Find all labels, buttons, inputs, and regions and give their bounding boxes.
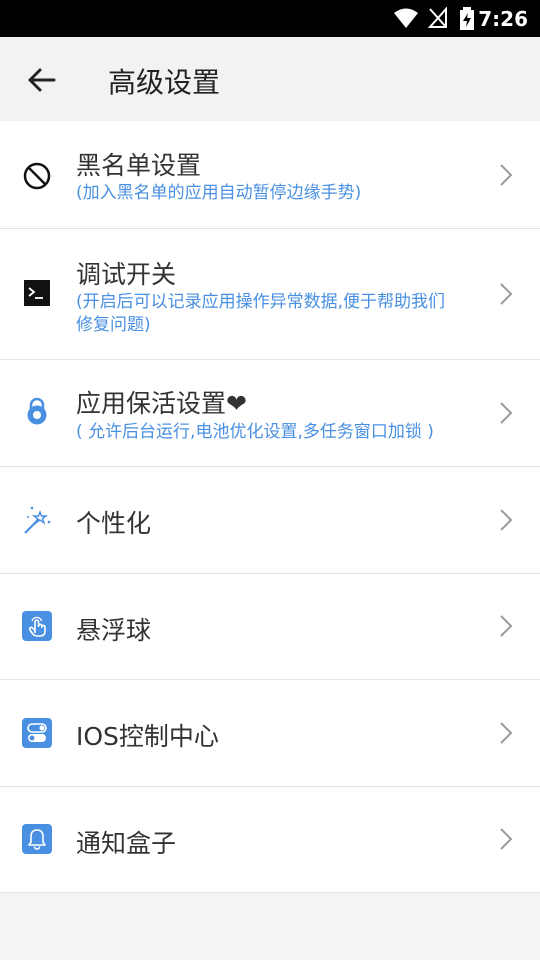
status-time: 7:26 bbox=[478, 7, 528, 31]
list-item-debug[interactable]: 调试开关 (开启后可以记录应用操作异常数据,便于帮助我们修复问题) bbox=[0, 229, 540, 360]
list-item-floating-ball[interactable]: 悬浮球 bbox=[0, 574, 540, 680]
status-bar: 7:26 bbox=[0, 0, 540, 37]
bell-icon bbox=[22, 824, 52, 854]
terminal-icon bbox=[24, 280, 50, 306]
list-item-title: 个性化 bbox=[76, 509, 152, 538]
touch-icon bbox=[22, 611, 52, 641]
chevron-right-icon bbox=[500, 402, 513, 424]
chevron-right-icon bbox=[500, 283, 513, 305]
block-icon bbox=[23, 162, 51, 190]
list-item-ios-control-center[interactable]: IOS控制中心 bbox=[0, 680, 540, 787]
list-item-subtitle: (加入黑名单的应用自动暂停边缘手势) bbox=[76, 183, 362, 203]
back-button[interactable] bbox=[22, 63, 62, 97]
list-item-keep-alive[interactable]: 应用保活设置❤ ( 允许后台运行,电池优化设置,多任务窗口加锁 ) bbox=[0, 360, 540, 467]
list-item-title: 应用保活设置❤ bbox=[76, 389, 247, 418]
magic-wand-icon bbox=[24, 506, 51, 534]
chevron-right-icon bbox=[500, 509, 513, 531]
toggle-icon bbox=[22, 718, 52, 748]
list-item-personalization[interactable]: 个性化 bbox=[0, 467, 540, 574]
list-item-notification-box[interactable]: 通知盒子 bbox=[0, 787, 540, 893]
list-item-blacklist[interactable]: 黑名单设置 (加入黑名单的应用自动暂停边缘手势) bbox=[0, 121, 540, 229]
list-item-subtitle: ( 允许后台运行,电池优化设置,多任务窗口加锁 ) bbox=[76, 422, 434, 442]
page-title: 高级设置 bbox=[108, 66, 221, 99]
list-item-title: IOS控制中心 bbox=[76, 722, 219, 751]
chevron-right-icon bbox=[500, 615, 513, 637]
chevron-right-icon bbox=[500, 164, 513, 186]
list-item-title: 黑名单设置 bbox=[76, 151, 202, 180]
no-signal-icon bbox=[428, 7, 447, 28]
wifi-icon bbox=[394, 8, 418, 28]
list-item-title: 通知盒子 bbox=[76, 829, 177, 858]
chevron-right-icon bbox=[500, 722, 513, 744]
battery-charging-icon bbox=[460, 7, 474, 30]
settings-list: 黑名单设置 (加入黑名单的应用自动暂停边缘手势) 调试开关 (开启后可以记录应用… bbox=[0, 121, 540, 893]
lock-icon bbox=[27, 397, 47, 425]
chevron-right-icon bbox=[500, 828, 513, 850]
arrow-back-icon bbox=[28, 68, 56, 92]
list-item-title: 悬浮球 bbox=[76, 616, 152, 645]
app-bar: 高级设置 bbox=[0, 37, 540, 121]
list-item-subtitle: (开启后可以记录应用操作异常数据,便于帮助我们修复问题) bbox=[76, 292, 446, 335]
list-item-title: 调试开关 bbox=[76, 260, 177, 289]
